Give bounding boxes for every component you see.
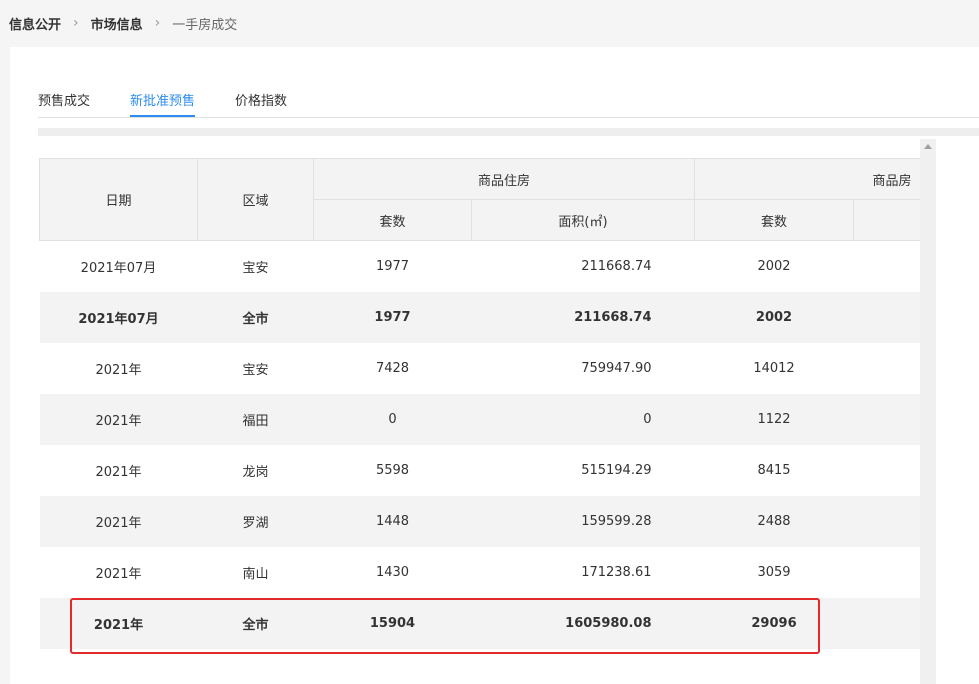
cell-units: 7428 xyxy=(375,361,410,376)
table-row: 2021年07月 宝安 1977 211668.74 2002 xyxy=(40,241,922,293)
tab-bar: 预售成交 新批准预售 价格指数 xyxy=(38,75,979,118)
breadcrumb-item-market[interactable]: 市场信息 xyxy=(91,14,143,33)
cell-units-2: 1122 xyxy=(694,394,854,445)
table-row: 2021年 全市 15904 1605980.08 29096 xyxy=(39,598,921,649)
table-row: 2021年 南山 1430 171238.61 3059 xyxy=(40,547,922,598)
header-area-2 xyxy=(853,199,921,241)
cell-units-2: 29096 xyxy=(694,598,854,649)
cell-district: 南山 xyxy=(242,567,269,582)
header-group-commercial: 商品房 xyxy=(694,158,921,200)
divider-strip xyxy=(38,128,979,136)
cell-date: 2021年 xyxy=(39,394,198,445)
cell-units-2: 3059 xyxy=(757,565,791,580)
header-area: 面积(㎡) xyxy=(470,199,696,241)
header-district: 区域 xyxy=(197,158,314,241)
tab-presale-deals[interactable]: 预售成交 xyxy=(38,75,90,117)
header-group-residential: 商品住房 xyxy=(312,158,696,200)
cell-units: 1977 xyxy=(313,292,472,343)
cell-date: 2021年 xyxy=(95,363,142,378)
cell-area: 211668.74 xyxy=(581,259,652,274)
cell-units: 0 xyxy=(313,394,472,445)
cell-area: 1605980.08 xyxy=(471,598,695,649)
cell-date: 2021年 xyxy=(95,465,142,480)
cell-date: 2021年07月 xyxy=(80,261,157,276)
cell-district: 罗湖 xyxy=(197,496,314,547)
cell-area-2 xyxy=(853,292,921,343)
scroll-up-arrow-icon[interactable] xyxy=(924,144,932,149)
vertical-scrollbar[interactable] xyxy=(920,139,936,684)
cell-area-2 xyxy=(853,598,921,649)
header-units: 套数 xyxy=(313,199,472,241)
cell-area-2 xyxy=(854,343,921,394)
header-date: 日期 xyxy=(39,158,198,241)
cell-district: 全市 xyxy=(197,598,314,649)
breadcrumb-current: 一手房成交 xyxy=(172,17,238,33)
cell-units: 5598 xyxy=(375,463,410,478)
cell-area: 759947.90 xyxy=(581,361,652,376)
table-row: 2021年07月 全市 1977 211668.74 2002 xyxy=(39,292,921,343)
cell-area: 0 xyxy=(471,394,695,445)
tab-price-index[interactable]: 价格指数 xyxy=(235,75,287,117)
cell-area-2 xyxy=(854,241,921,293)
cell-date: 2021年 xyxy=(39,598,198,649)
cell-district: 宝安 xyxy=(242,363,269,378)
cell-area: 159599.28 xyxy=(471,496,695,547)
table-row: 2021年 福田 0 0 1122 xyxy=(39,394,921,445)
cell-date: 2021年 xyxy=(39,496,198,547)
header-units-2: 套数 xyxy=(694,199,855,241)
chevron-right-icon: › xyxy=(73,15,79,31)
cell-date: 2021年 xyxy=(95,567,142,582)
cell-units: 1430 xyxy=(375,565,410,580)
cell-units: 15904 xyxy=(313,598,472,649)
table-row: 2021年 罗湖 1448 159599.28 2488 xyxy=(39,496,921,547)
data-table: 日期 区域 商品住房 商品房 套数 面积(㎡) 套数 2021年07月 宝安 197… xyxy=(39,158,921,649)
cell-area-2 xyxy=(854,547,921,598)
cell-units-2: 14012 xyxy=(753,361,795,376)
cell-units-2: 2002 xyxy=(694,292,854,343)
breadcrumb: 信息公开 › 市场信息 › 一手房成交 xyxy=(9,13,237,33)
cell-area: 171238.61 xyxy=(581,565,652,580)
cell-date: 2021年07月 xyxy=(39,292,198,343)
cell-area-2 xyxy=(853,496,921,547)
cell-units: 1448 xyxy=(313,496,472,547)
cell-area: 211668.74 xyxy=(471,292,695,343)
table-row: 2021年 龙岗 5598 515194.29 8415 xyxy=(40,445,922,496)
cell-area-2 xyxy=(853,394,921,445)
cell-units: 1977 xyxy=(375,259,410,274)
chevron-right-icon: › xyxy=(154,15,161,31)
content-card: 预售成交 新批准预售 价格指数 日期 区域 商品住房 商品房 套数 面积(㎡) … xyxy=(10,47,979,684)
cell-area: 515194.29 xyxy=(581,463,652,478)
cell-district: 全市 xyxy=(197,292,314,343)
table-container: 日期 区域 商品住房 商品房 套数 面积(㎡) 套数 2021年07月 宝安 197… xyxy=(39,158,921,684)
breadcrumb-item-info[interactable]: 信息公开 xyxy=(9,14,61,33)
cell-units-2: 2002 xyxy=(757,259,791,274)
cell-units-2: 8415 xyxy=(757,463,791,478)
cell-district: 龙岗 xyxy=(242,465,269,480)
cell-district: 宝安 xyxy=(242,261,269,276)
cell-units-2: 2488 xyxy=(694,496,854,547)
tab-new-approved-presale[interactable]: 新批准预售 xyxy=(130,75,196,117)
table-row: 2021年 宝安 7428 759947.90 14012 xyxy=(40,343,922,394)
cell-area-2 xyxy=(854,445,921,496)
cell-district: 福田 xyxy=(197,394,314,445)
